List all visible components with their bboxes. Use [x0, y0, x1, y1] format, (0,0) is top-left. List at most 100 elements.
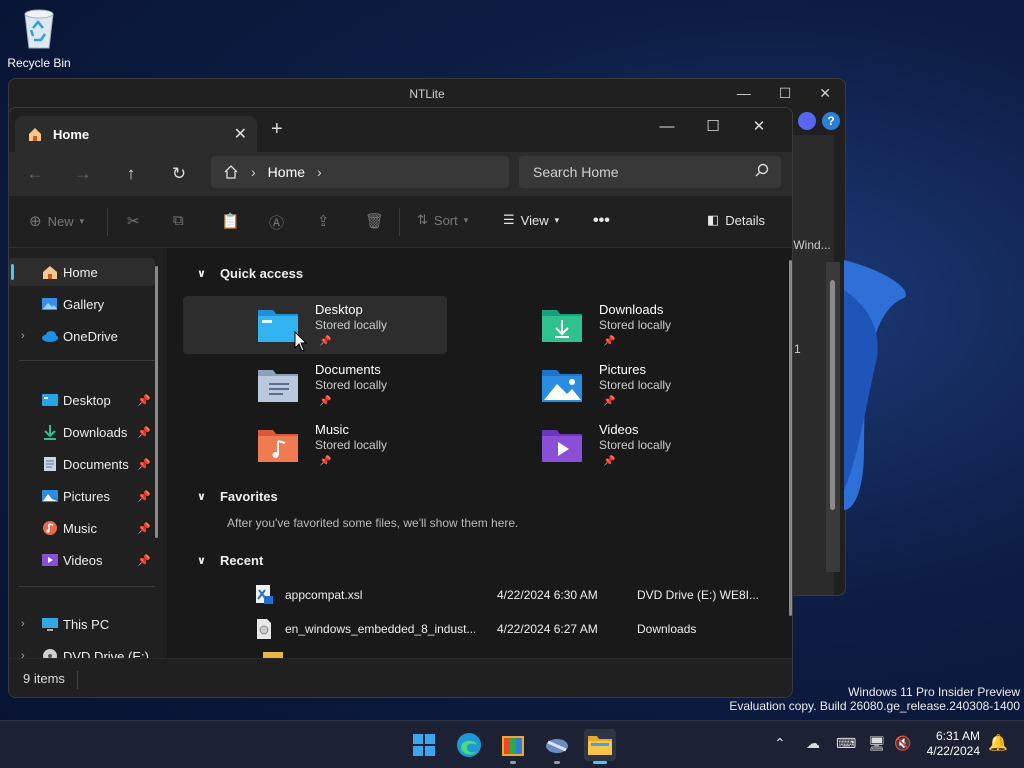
copy-button[interactable]: ⧉: [173, 212, 184, 229]
sidebar-divider: [19, 360, 155, 361]
forward-button[interactable]: →: [71, 162, 95, 186]
recycle-bin-icon: [24, 9, 54, 49]
breadcrumb-chevron-icon[interactable]: ›: [317, 164, 322, 180]
quick-access-downloads[interactable]: Downloads Stored locally 📌: [467, 296, 731, 354]
sidebar-item-desktop[interactable]: Desktop 📌: [9, 386, 155, 414]
recent-file-name: en_windows_embedded_8_indust...: [285, 622, 475, 636]
taskbar-edge[interactable]: [453, 729, 485, 761]
sort-button[interactable]: ⇅ Sort ▾: [417, 212, 468, 228]
notifications-bell-icon[interactable]: 🔔: [988, 733, 1008, 753]
view-label: View: [520, 212, 549, 228]
back-button[interactable]: ←: [23, 162, 47, 186]
recycle-bin-desktop-icon[interactable]: Recycle Bin: [6, 6, 72, 70]
pin-icon: 📌: [319, 396, 332, 407]
wallpaper-bloom: [844, 260, 906, 510]
minimize-button[interactable]: —: [644, 112, 690, 140]
folder-status: Stored locally: [315, 378, 388, 392]
refresh-button[interactable]: ↻: [167, 162, 191, 186]
taskbar-store[interactable]: [497, 729, 529, 764]
quick-access-videos[interactable]: Videos Stored locally 📌: [467, 416, 731, 474]
share-button[interactable]: ⇪: [317, 212, 330, 230]
quick-access-pictures[interactable]: Pictures Stored locally 📌: [467, 356, 731, 414]
view-icon: ☰: [503, 212, 515, 227]
clock-time: 6:31 AM: [935, 729, 980, 743]
sidebar-item-music[interactable]: Music 📌: [9, 514, 155, 542]
ntlite-scroll-thumb[interactable]: [830, 280, 835, 510]
pictures-folder-icon: [42, 490, 58, 502]
address-bar[interactable]: › Home ›: [211, 156, 509, 188]
start-button[interactable]: [408, 729, 440, 761]
expand-chevron-icon[interactable]: ›: [21, 330, 25, 342]
running-indicator: [510, 761, 516, 764]
sidebar-item-home[interactable]: Home: [9, 258, 155, 286]
favorites-header[interactable]: ∨ Favorites: [197, 489, 278, 504]
pin-icon: 📌: [137, 522, 151, 535]
tab-home[interactable]: Home ✕: [15, 116, 257, 152]
new-plus-icon: ⊕: [29, 213, 42, 230]
desktop-folder-icon: [258, 310, 298, 342]
chevron-down-icon: ▾: [463, 214, 469, 225]
view-button[interactable]: ☰ View ▾: [503, 212, 559, 228]
sidebar-item-gallery[interactable]: Gallery: [9, 290, 155, 318]
pin-icon: 📌: [319, 456, 332, 467]
sidebar-item-downloads[interactable]: Downloads 📌: [9, 418, 155, 446]
help-icon[interactable]: ?: [822, 112, 840, 130]
sidebar-item-label: Home: [63, 264, 98, 280]
taskbar-file-explorer[interactable]: [584, 729, 616, 764]
discord-icon[interactable]: [798, 112, 816, 130]
search-input[interactable]: Search Home: [519, 156, 781, 188]
folder-name: Pictures: [599, 362, 646, 377]
expand-chevron-icon[interactable]: ›: [21, 618, 25, 630]
network-tray-icon[interactable]: 🖥: [868, 735, 886, 752]
ntlite-maximize-button[interactable]: ☐: [779, 85, 792, 102]
paste-button[interactable]: 📋: [221, 212, 240, 230]
tab-label: Home: [53, 126, 90, 142]
sidebar-item-onedrive[interactable]: › OneDrive: [9, 322, 155, 350]
taskbar-ntlite[interactable]: [541, 729, 573, 764]
rename-button[interactable]: Ⓐ: [269, 212, 284, 233]
cut-button[interactable]: ✂: [127, 212, 140, 230]
delete-icon: 🗑: [365, 213, 385, 230]
quick-access-desktop[interactable]: Desktop Stored locally 📌: [183, 296, 447, 354]
videos-folder-icon: [542, 430, 582, 462]
more-options-button[interactable]: •••: [593, 212, 610, 230]
file-explorer-window[interactable]: Home ✕ + — ☐ ✕ ← → ↑ ↻ › Home › Search H…: [8, 107, 793, 698]
quick-access-documents[interactable]: Documents Stored locally 📌: [183, 356, 447, 414]
onedrive-tray-icon[interactable]: ☁: [806, 735, 820, 752]
ntlite-close-button[interactable]: ✕: [819, 85, 831, 102]
maximize-button[interactable]: ☐: [690, 112, 736, 140]
show-hidden-icons-button[interactable]: ⌃: [774, 735, 786, 752]
sidebar-item-documents[interactable]: Documents 📌: [9, 450, 155, 478]
sidebar-item-videos[interactable]: Videos 📌: [9, 546, 155, 574]
recent-file-location: Downloads: [637, 622, 697, 636]
quick-access-music[interactable]: Music Stored locally 📌: [183, 416, 447, 474]
close-button[interactable]: ✕: [736, 112, 782, 140]
sidebar-item-pictures[interactable]: Pictures 📌: [9, 482, 155, 510]
sidebar-scrollbar[interactable]: [155, 266, 158, 538]
keyboard-tray-icon[interactable]: ⌨: [836, 735, 856, 752]
volume-muted-tray-icon[interactable]: 🔇: [894, 735, 911, 752]
details-button[interactable]: ◧ Details: [707, 212, 765, 228]
quick-access-header[interactable]: ∨ Quick access: [197, 266, 303, 281]
breadcrumb-location[interactable]: Home: [268, 164, 305, 180]
system-clock[interactable]: 6:31 AM 4/22/2024: [927, 729, 980, 759]
search-placeholder: Search Home: [533, 164, 619, 180]
navigation-bar: ← → ↑ ↻ › Home › Search Home: [9, 152, 792, 196]
downloads-folder-icon: [44, 425, 56, 440]
new-button[interactable]: ⊕ New ▾: [29, 212, 84, 230]
sidebar-item-this-pc[interactable]: › This PC: [9, 610, 155, 638]
recent-header[interactable]: ∨ Recent: [197, 553, 263, 568]
up-button[interactable]: ↑: [119, 162, 143, 186]
folder-name: Downloads: [599, 302, 664, 317]
content-scrollbar[interactable]: [789, 260, 792, 616]
new-tab-button[interactable]: +: [271, 118, 283, 141]
ntlite-minimize-button[interactable]: —: [737, 85, 751, 102]
close-tab-icon[interactable]: ✕: [234, 124, 247, 144]
recent-row[interactable]: appcompat.xsl 4/22/2024 6:30 AM DVD Driv…: [247, 580, 787, 610]
ntlite-path-text: \Wind...: [790, 238, 831, 252]
running-indicator: [554, 761, 560, 764]
delete-button[interactable]: 🗑: [365, 212, 384, 230]
breadcrumb-chevron-icon: ›: [251, 164, 256, 180]
recent-row[interactable]: en_windows_embedded_8_indust... 4/22/202…: [247, 614, 787, 644]
pin-icon: 📌: [603, 336, 616, 347]
